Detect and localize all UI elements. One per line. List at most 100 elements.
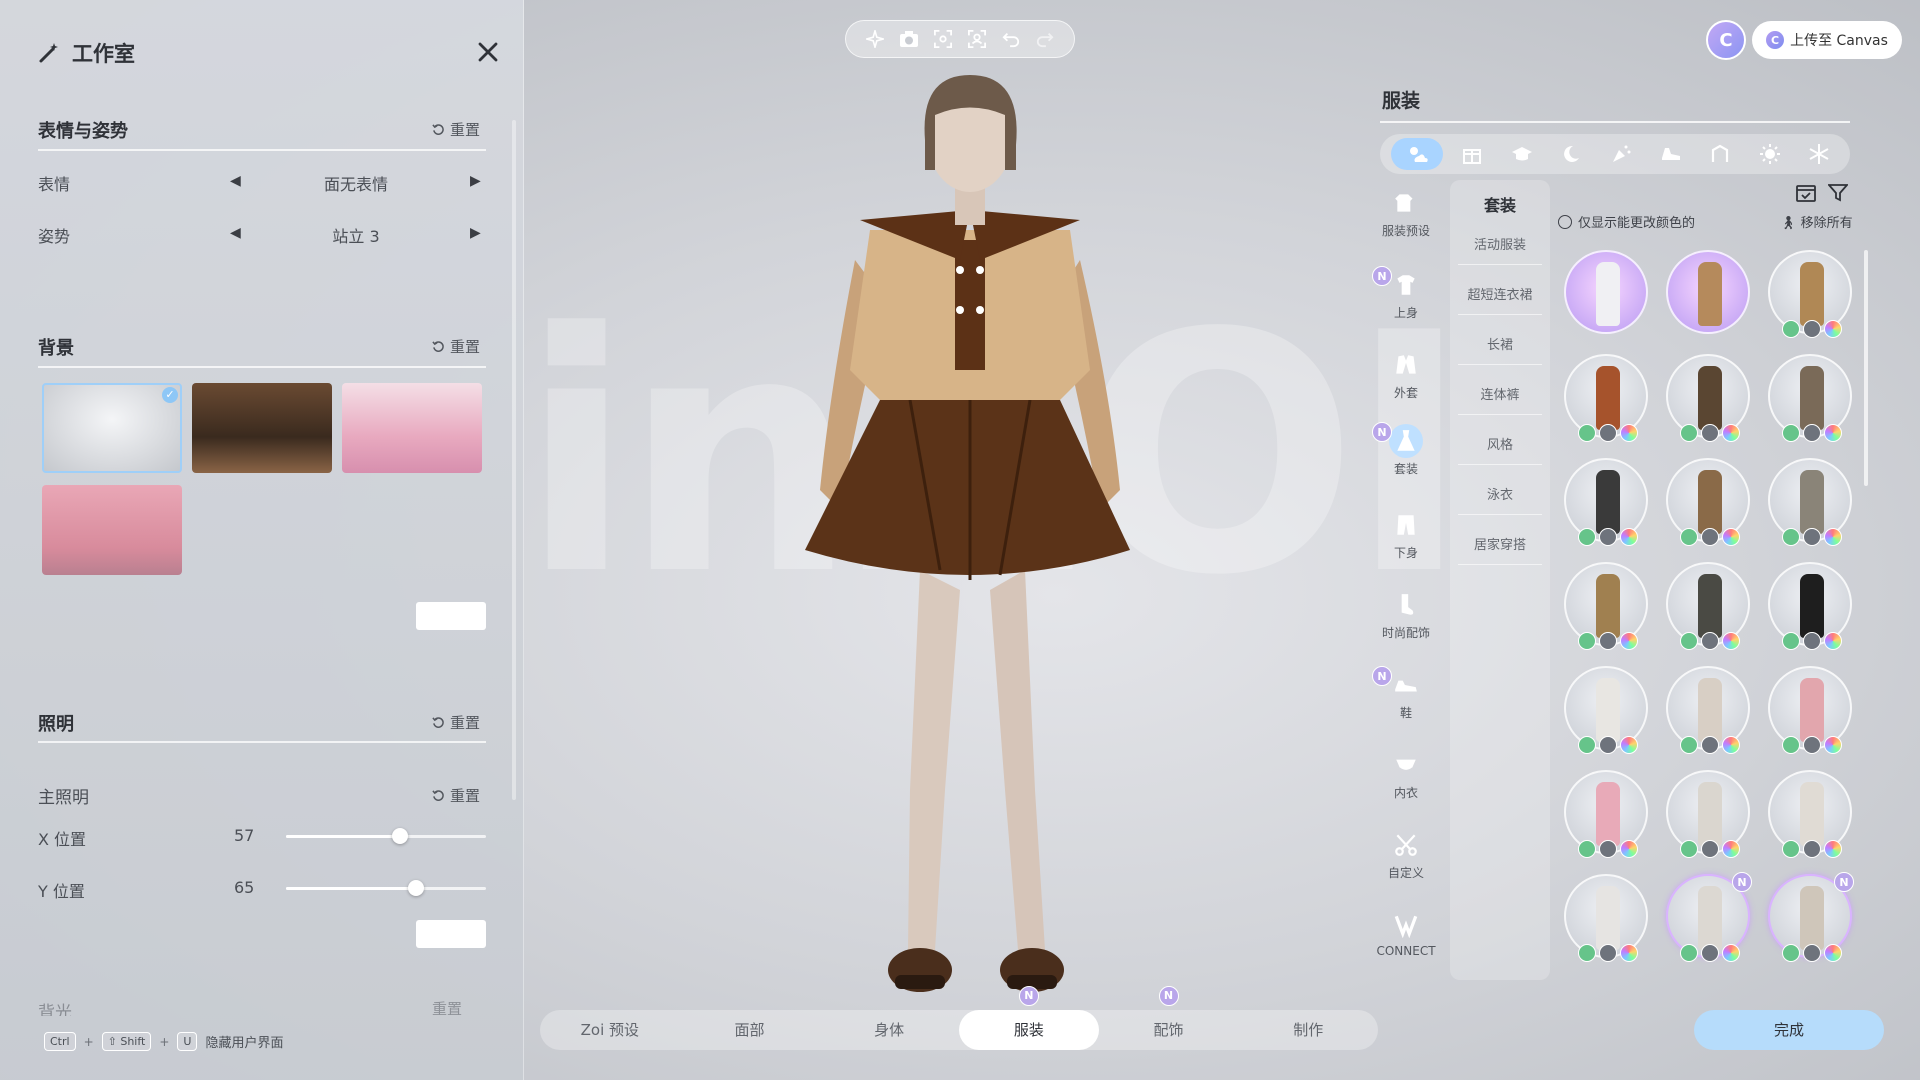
x-slider-thumb[interactable] <box>392 828 408 844</box>
background-thumb-studio[interactable]: ✓ <box>42 383 182 473</box>
side-nav-tshirt[interactable]: 上身 N <box>1372 266 1440 321</box>
background-thumb-pink-room[interactable] <box>42 485 182 575</box>
color-wheel-icon <box>1722 840 1740 858</box>
sparkle-icon[interactable] <box>864 28 886 50</box>
outfit-item[interactable] <box>1666 666 1750 754</box>
palm-tree-icon <box>1578 736 1596 754</box>
subcategory-item[interactable]: 长裙 <box>1450 334 1550 353</box>
outfit-item[interactable] <box>1564 666 1648 754</box>
tab-2[interactable]: 身体 <box>819 1010 959 1050</box>
subcategory-item[interactable]: 居家穿搭 <box>1450 534 1550 553</box>
radio-button-icon[interactable] <box>1558 214 1572 229</box>
background-thumb-pink-sky[interactable] <box>342 383 482 473</box>
pose-prev-arrow-icon[interactable]: ◀ <box>230 225 241 241</box>
image-icon <box>1803 424 1821 442</box>
graduation-icon[interactable] <box>1502 138 1542 170</box>
color-changeable-filter[interactable]: 仅显示能更改颜色的 <box>1558 212 1695 231</box>
side-nav-pants[interactable]: 下身 <box>1372 508 1440 561</box>
expression-reset-button[interactable]: 重置 <box>432 119 480 140</box>
side-nav-scissors[interactable]: 自定义 <box>1372 828 1440 881</box>
background-option-button[interactable] <box>416 602 486 630</box>
upload-to-canvas-button[interactable]: C 上传至 Canvas <box>1752 21 1902 59</box>
subcategory-item[interactable]: 超短连衣裙 <box>1450 284 1550 303</box>
tab-0[interactable]: Zoi 预设 <box>540 1010 680 1050</box>
left-panel-scrollbar[interactable] <box>512 120 516 800</box>
tab-3[interactable]: 服装 N <box>959 986 1099 1050</box>
tab-5[interactable]: 制作 <box>1238 1010 1378 1050</box>
x-position-slider[interactable] <box>286 828 486 844</box>
outfit-item[interactable] <box>1564 458 1648 546</box>
expression-prev-arrow-icon[interactable]: ◀ <box>230 173 241 189</box>
tab-4[interactable]: 配饰 N <box>1099 986 1239 1050</box>
side-nav-connect[interactable]: CONNECT <box>1372 908 1440 958</box>
outfit-item[interactable] <box>1768 458 1852 546</box>
subcategory-item[interactable]: 连体裤 <box>1450 384 1550 403</box>
background-thumb-room[interactable] <box>192 383 332 473</box>
side-nav-outfit-preset[interactable]: 服装预设 <box>1372 186 1440 239</box>
outfit-item[interactable]: N <box>1666 872 1752 962</box>
canvas-avatar[interactable]: C <box>1706 20 1746 60</box>
redo-icon[interactable] <box>1034 28 1056 50</box>
reset-icon <box>432 790 444 801</box>
y-slider-thumb[interactable] <box>408 880 424 896</box>
outfit-item[interactable] <box>1564 770 1648 858</box>
color-wheel-icon <box>1722 736 1740 754</box>
outfit-item[interactable] <box>1564 354 1648 442</box>
side-nav-underwear[interactable]: 内衣 <box>1372 748 1440 801</box>
lighting-reset-button[interactable]: 重置 <box>432 712 480 733</box>
plus-sign: + <box>159 1034 170 1049</box>
outfit-item[interactable] <box>1666 770 1750 858</box>
subcategory-item[interactable]: 活动服装 <box>1450 234 1550 253</box>
subcategory-item[interactable]: 风格 <box>1450 434 1550 453</box>
outfit-item[interactable] <box>1666 354 1750 442</box>
character-model[interactable] <box>760 70 1180 1010</box>
remove-all-button[interactable]: 🚶︎ 移除所有 <box>1780 212 1853 231</box>
done-button[interactable]: 完成 <box>1694 1010 1884 1050</box>
close-icon[interactable] <box>474 38 502 66</box>
undo-icon[interactable] <box>1000 28 1022 50</box>
lighting-option-button[interactable] <box>416 920 486 948</box>
outfit-item[interactable] <box>1768 250 1852 338</box>
outfit-item[interactable] <box>1564 250 1648 334</box>
outfit-grid-scrollbar[interactable] <box>1864 250 1868 486</box>
outfit-item[interactable] <box>1768 770 1852 858</box>
weather-all-icon[interactable] <box>1390 138 1443 170</box>
side-nav-jacket[interactable]: 外套 <box>1372 348 1440 401</box>
outfit-item[interactable] <box>1768 562 1852 650</box>
calendar-check-icon[interactable] <box>1796 184 1816 202</box>
focus-icon[interactable] <box>932 28 954 50</box>
expression-next-arrow-icon[interactable]: ▶ <box>470 173 481 189</box>
color-wheel-icon <box>1620 736 1638 754</box>
y-position-slider[interactable] <box>286 880 486 896</box>
main-light-reset-button[interactable]: 重置 <box>432 785 480 806</box>
snowflake-icon[interactable] <box>1799 138 1839 170</box>
outfit-item[interactable] <box>1564 874 1648 962</box>
gift-icon[interactable] <box>1452 138 1492 170</box>
party-icon[interactable] <box>1601 138 1641 170</box>
outfit-item[interactable] <box>1666 250 1750 334</box>
sun-icon[interactable] <box>1750 138 1790 170</box>
sports-icon[interactable] <box>1700 138 1740 170</box>
outfit-preview <box>1596 470 1620 534</box>
subcategory-item[interactable]: 泳衣 <box>1450 484 1550 503</box>
background-reset-button[interactable]: 重置 <box>432 336 480 357</box>
outfit-item[interactable]: N <box>1768 872 1854 962</box>
color-wheel-icon <box>1722 944 1740 962</box>
side-nav-sock[interactable]: 时尚配饰 <box>1372 588 1440 641</box>
outfit-item[interactable] <box>1666 562 1750 650</box>
filter-icon[interactable] <box>1828 184 1848 202</box>
face-focus-icon[interactable] <box>966 28 988 50</box>
side-nav-sneaker[interactable]: 鞋N <box>1372 666 1440 721</box>
camera-icon[interactable] <box>898 28 920 50</box>
outfit-item[interactable] <box>1768 354 1852 442</box>
outfit-item[interactable] <box>1768 666 1852 754</box>
pose-next-arrow-icon[interactable]: ▶ <box>470 225 481 241</box>
shoe-icon[interactable] <box>1651 138 1691 170</box>
outfit-item[interactable] <box>1666 458 1750 546</box>
back-light-reset-button[interactable]: 重置 <box>432 1000 462 1016</box>
side-nav-dress[interactable]: 套装 N <box>1372 422 1440 477</box>
side-nav-label: 内衣 <box>1393 786 1418 800</box>
night-icon[interactable] <box>1551 138 1591 170</box>
outfit-item[interactable] <box>1564 562 1648 650</box>
tab-1[interactable]: 面部 <box>680 1010 820 1050</box>
